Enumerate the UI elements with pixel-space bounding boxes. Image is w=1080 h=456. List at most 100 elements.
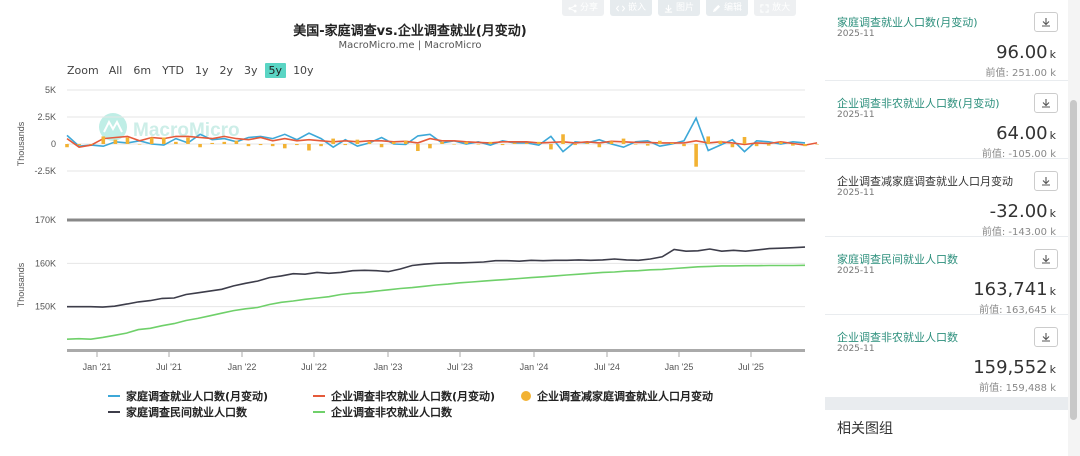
- difference-bar: [682, 144, 686, 147]
- card-previous-value: 前值: -105.00 k: [981, 149, 1056, 160]
- legend-item-household-level[interactable]: 家庭调查民间就业人口数: [108, 404, 313, 420]
- difference-bar: [186, 137, 190, 144]
- card-value: -32.00 k: [990, 201, 1056, 222]
- panel-divider: [67, 218, 805, 222]
- fullscreen-button[interactable]: 放大: [754, 0, 797, 16]
- y-tick-label: 160K: [35, 258, 56, 268]
- difference-bar: [524, 142, 529, 144]
- stat-card-payroll-level[interactable]: 企业调查非农就业人口数 2025-11 159,552 k 前值: 159,488…: [825, 315, 1068, 397]
- embed-button[interactable]: 嵌入: [610, 0, 653, 16]
- zoom-1y-button[interactable]: 1y: [191, 63, 213, 78]
- share-button[interactable]: 分享: [562, 0, 605, 16]
- difference-bar: [210, 142, 214, 144]
- legend-item-difference[interactable]: 企业调查减家庭调查就业人口月变动: [521, 388, 713, 404]
- stat-card-household-change[interactable]: 家庭调查就业人口数(月变动) 2025-11 96.00 k 前值: 251.00…: [825, 0, 1068, 80]
- y-tick-label: 170K: [35, 215, 56, 225]
- share-label: 分享: [580, 3, 599, 13]
- side-panel-scrollbar[interactable]: [1068, 0, 1080, 456]
- zoom-3y-button[interactable]: 3y: [240, 63, 262, 78]
- card-date: 2025-11: [837, 110, 875, 120]
- difference-bar: [645, 144, 650, 146]
- difference-bar: [754, 144, 759, 147]
- y-tick-label: 5K: [45, 85, 56, 95]
- legend-label: 企业调查非农就业人口数(月变动): [331, 390, 496, 403]
- card-value-number: 159,552: [973, 357, 1048, 378]
- download-button[interactable]: [1034, 171, 1058, 191]
- download-button[interactable]: [1034, 93, 1058, 113]
- card-date: 2025-11: [837, 344, 875, 354]
- series-line-1[interactable]: [66, 264, 806, 341]
- image-button[interactable]: 图片: [658, 0, 701, 16]
- card-title: 家庭调查就业人口数(月变动): [837, 16, 978, 29]
- card-value-number: -32.00: [989, 201, 1048, 222]
- download-icon: [664, 4, 673, 13]
- difference-bar: [198, 144, 202, 148]
- difference-bar: [609, 141, 614, 144]
- legend-swatch: [313, 395, 325, 397]
- card-value: 163,741 k: [973, 279, 1056, 300]
- x-tick-label: Jan '24: [520, 362, 549, 372]
- code-icon: [616, 4, 626, 12]
- scrollbar-thumb[interactable]: [1070, 100, 1077, 420]
- download-button[interactable]: [1034, 12, 1058, 32]
- embed-label: 嵌入: [628, 3, 647, 13]
- x-tick-label: Jul '24: [594, 362, 620, 372]
- zoom-5y-button[interactable]: 5y: [264, 63, 287, 78]
- difference-bar: [246, 144, 251, 147]
- card-previous-value: 前值: 251.00 k: [985, 68, 1056, 79]
- card-date: 2025-11: [837, 29, 875, 39]
- stat-card-household-level[interactable]: 家庭调查民间就业人口数 2025-11 163,741 k 前值: 163,645…: [825, 237, 1068, 316]
- difference-bar: [343, 144, 348, 146]
- difference-bar: [137, 144, 142, 145]
- download-icon: [1042, 18, 1050, 27]
- difference-bar: [706, 136, 711, 144]
- zoom-all-button[interactable]: All: [105, 63, 127, 78]
- difference-bar: [113, 139, 118, 144]
- x-tick-label: Jul '25: [738, 362, 764, 372]
- difference-bar: [161, 137, 166, 144]
- zoom-2y-button[interactable]: 2y: [216, 63, 238, 78]
- stat-card-difference[interactable]: 企业调查减家庭调查就业人口月变动 2025-11 -32.00 k 前值: -14…: [825, 159, 1068, 238]
- chart-plot[interactable]: MacroMicro 5K2.5K0-2.5KThousands 170K160…: [0, 80, 820, 380]
- legend-item-payroll-change[interactable]: 企业调查非农就业人口数(月变动): [313, 388, 521, 404]
- difference-bar: [633, 144, 638, 145]
- side-panel: 家庭调查就业人口数(月变动) 2025-11 96.00 k 前值: 251.00…: [825, 0, 1068, 456]
- edit-button[interactable]: 编辑: [706, 0, 749, 16]
- card-value-number: 96.00: [996, 42, 1048, 63]
- series-line-0[interactable]: [67, 246, 806, 308]
- download-icon: [1042, 177, 1050, 186]
- card-value-number: 64.00: [996, 123, 1048, 144]
- card-value-unit: k: [1049, 129, 1056, 142]
- pencil-icon: [712, 4, 721, 12]
- fullscreen-label: 放大: [772, 3, 791, 13]
- difference-bar: [428, 144, 432, 149]
- card-value-unit: k: [1049, 363, 1056, 376]
- difference-bar: [718, 140, 723, 144]
- zoom-ytd-button[interactable]: YTD: [158, 63, 188, 78]
- legend-item-payroll-level[interactable]: 企业调查非农就业人口数: [313, 404, 452, 420]
- difference-bar: [77, 144, 81, 146]
- download-button[interactable]: [1034, 249, 1058, 269]
- card-value-unit: k: [1049, 48, 1056, 61]
- difference-bar: [815, 144, 819, 145]
- card-value: 96.00 k: [996, 42, 1056, 63]
- difference-bar: [452, 144, 456, 145]
- difference-bar: [766, 144, 771, 146]
- legend-item-household-change[interactable]: 家庭调查就业人口数(月变动): [108, 388, 313, 404]
- legend-label: 企业调查减家庭调查就业人口月变动: [537, 390, 713, 403]
- difference-bar: [295, 144, 299, 146]
- stat-card-payroll-change[interactable]: 企业调查非农就业人口数(月变动) 2025-11 64.00 k 前值: -105…: [825, 81, 1068, 160]
- difference-bar: [367, 141, 372, 144]
- zoom-6m-button[interactable]: 6m: [129, 63, 155, 78]
- zoom-10y-button[interactable]: 10y: [289, 63, 318, 78]
- download-button[interactable]: [1034, 327, 1058, 347]
- legend-swatch: [313, 411, 325, 413]
- difference-bar: [282, 144, 287, 149]
- card-title: 企业调查非农就业人口数(月变动): [837, 97, 1000, 110]
- x-tick-label: Jan '25: [665, 362, 694, 372]
- y-tick-label: -2.5K: [34, 166, 56, 176]
- difference-bar: [464, 141, 469, 144]
- difference-bar: [585, 142, 590, 144]
- difference-bar: [488, 141, 493, 144]
- difference-bar: [500, 144, 505, 146]
